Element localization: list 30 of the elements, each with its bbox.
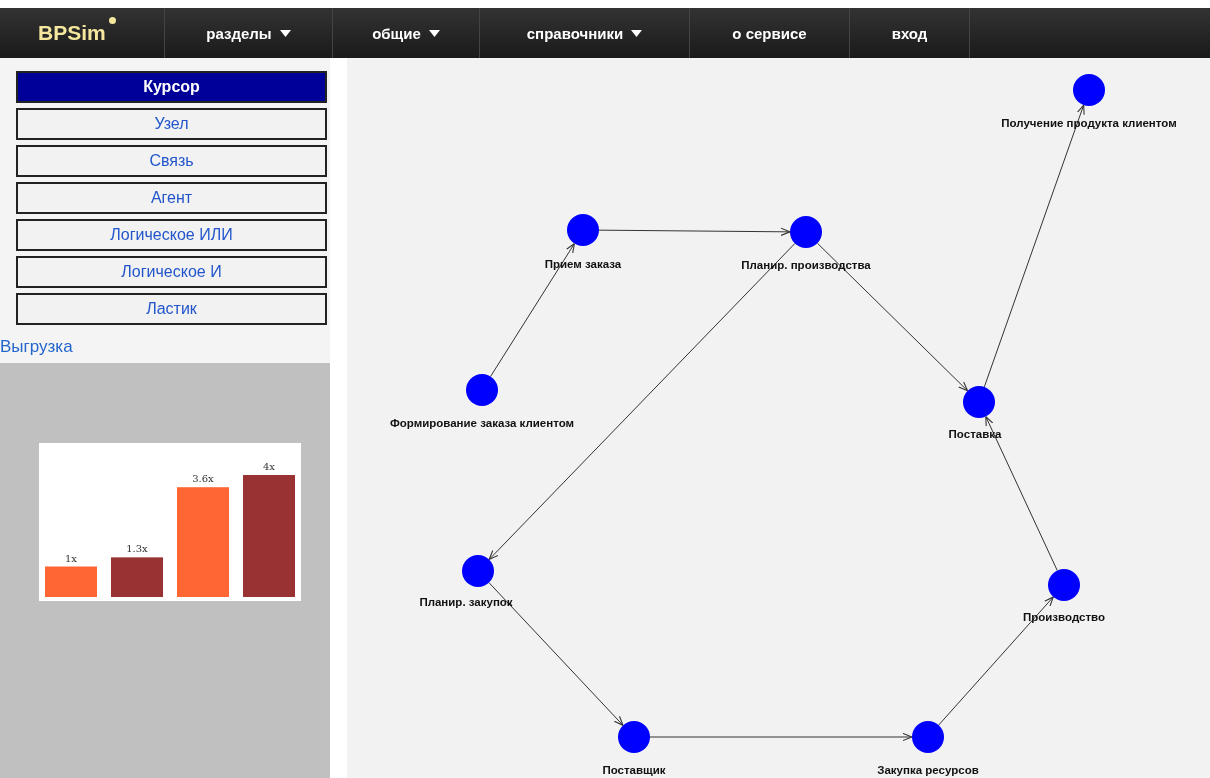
bar-label: 4x bbox=[263, 461, 275, 472]
node-label: Формирование заказа клиентом bbox=[389, 417, 575, 429]
tool-button[interactable]: Ластик bbox=[16, 293, 327, 325]
bar bbox=[111, 557, 163, 597]
tool-button[interactable]: Связь bbox=[16, 145, 327, 177]
bar-label: 1x bbox=[65, 552, 77, 564]
node-label: Поставка bbox=[948, 428, 1002, 440]
export-link[interactable]: Выгрузка bbox=[0, 337, 327, 357]
tool-button[interactable]: Логическое ИЛИ bbox=[16, 219, 327, 251]
tool-button[interactable]: Агент bbox=[16, 182, 327, 214]
tool-button[interactable]: Логическое И bbox=[16, 256, 327, 288]
node-label: Закупка ресурсов bbox=[877, 764, 979, 776]
node-circle bbox=[618, 721, 650, 753]
tool-button[interactable]: Курсор bbox=[16, 71, 327, 103]
node-label: Прием заказа bbox=[544, 258, 622, 270]
bar-label: 1.3x bbox=[126, 543, 148, 555]
tool-button[interactable]: Узел bbox=[16, 108, 327, 140]
node-circle bbox=[1073, 74, 1105, 106]
node-circle bbox=[462, 555, 494, 587]
node-circle bbox=[912, 721, 944, 753]
node-circle bbox=[567, 214, 599, 246]
bar-label: 3.6x bbox=[192, 473, 214, 485]
node-circle bbox=[1048, 569, 1080, 601]
node-label: Поставщик bbox=[602, 764, 666, 776]
node-circle bbox=[790, 216, 822, 248]
node-label: Производство bbox=[1023, 611, 1105, 623]
node-circle bbox=[466, 374, 498, 406]
node-label: Получение продукта клиентом bbox=[1001, 117, 1177, 129]
bar bbox=[45, 566, 97, 597]
node-circle bbox=[963, 386, 995, 418]
